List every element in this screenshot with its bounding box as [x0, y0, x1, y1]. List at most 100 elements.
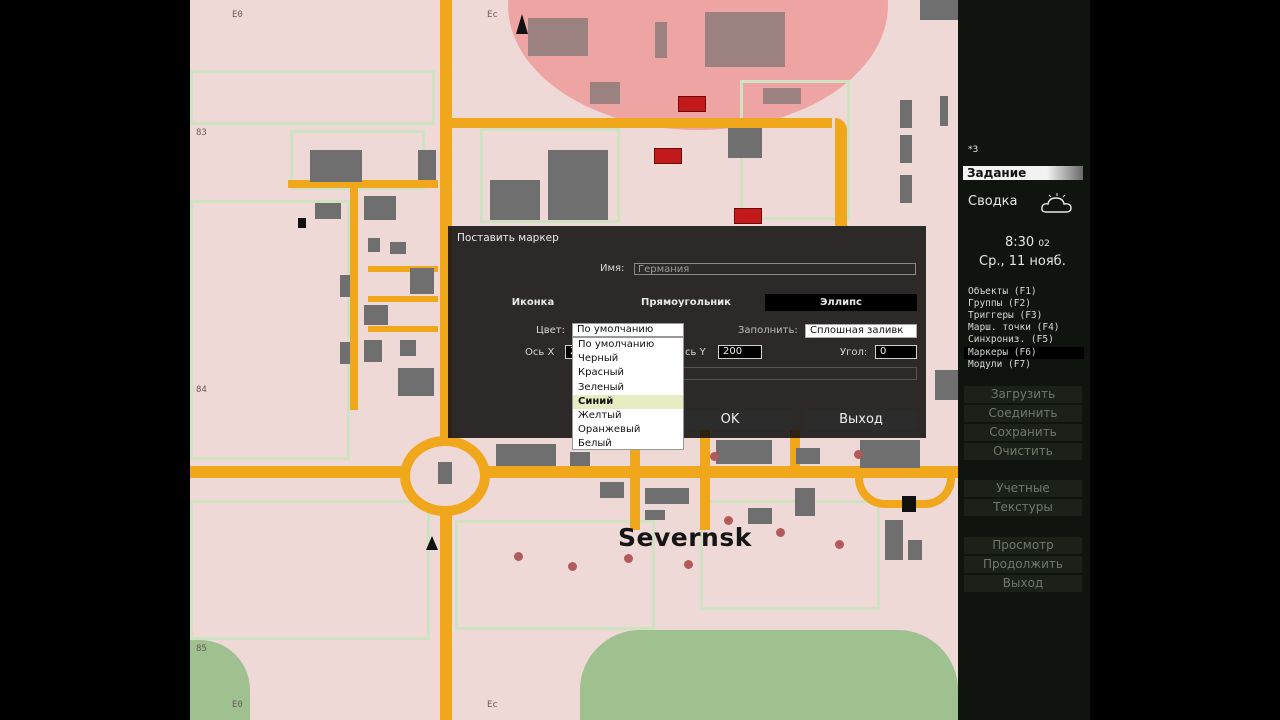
tree [514, 552, 523, 561]
editor-side-panel: *3 Задание Сводка 8:30 02 Ср., 11 нояб. … [958, 0, 1090, 720]
building [548, 150, 608, 220]
side-panel-button[interactable]: Сохранить [964, 424, 1082, 441]
building [400, 340, 416, 356]
fence [190, 70, 435, 125]
grid-label: E0 [232, 700, 243, 710]
briefing-label[interactable]: Сводка [968, 194, 1018, 209]
building [528, 18, 588, 56]
road [368, 296, 438, 302]
tower-icon [516, 14, 528, 34]
building [438, 462, 452, 484]
status-marker: *3 [968, 145, 979, 155]
forest-area [580, 630, 958, 720]
building [340, 342, 350, 364]
mode-menu-item[interactable]: Модули (F7) [968, 359, 1031, 371]
side-panel-button[interactable]: Соединить [964, 405, 1082, 422]
vehicle-marker [654, 148, 682, 164]
tree [776, 528, 785, 537]
grid-label: 84 [196, 385, 207, 395]
side-panel-button[interactable]: Очистить [964, 443, 1082, 460]
building [315, 203, 341, 219]
grid-label: Ec [487, 10, 498, 20]
time-value: 8:30 [1005, 235, 1035, 250]
side-panel-button[interactable]: Загрузить [964, 386, 1082, 403]
color-dropdown-list[interactable]: По умолчанию Черный Красный Зеленый Синий Жел… [572, 337, 684, 450]
mode-menu-item[interactable]: Объекты (F1) [968, 286, 1037, 298]
marker-text-input[interactable] [681, 367, 917, 380]
player-marker-icon[interactable] [426, 536, 438, 550]
shape-ellipse-option[interactable]: Эллипс [765, 294, 917, 311]
mode-menu-item[interactable]: Марш. точки (F4) [968, 322, 1060, 334]
mode-menu-item[interactable]: Синхрониз. (F5) [968, 334, 1054, 346]
building [935, 370, 958, 400]
place-marker-dialog: Поставить маркер Имя: Германия Иконка Пр… [448, 226, 926, 438]
name-label: Имя: [600, 263, 625, 274]
side-panel-button[interactable]: Просмотр [964, 537, 1082, 554]
building [705, 12, 785, 67]
cloud-icon[interactable] [1040, 192, 1074, 218]
angle-input[interactable]: 0 [875, 345, 917, 359]
building [490, 180, 540, 220]
grid-label: E0 [232, 10, 243, 20]
road [190, 466, 958, 478]
axis-y-label: сь Y [685, 347, 706, 358]
tree [710, 452, 719, 461]
mission-header: Задание [963, 166, 1083, 180]
building [900, 135, 912, 163]
ok-button[interactable]: OK [668, 410, 792, 430]
side-panel-button[interactable]: Выход [964, 575, 1082, 592]
fill-select[interactable]: Сплошная заливк [805, 324, 917, 338]
grid-label: Ec [487, 700, 498, 710]
tree [568, 562, 577, 571]
building [900, 100, 912, 128]
color-option[interactable]: Черный [573, 352, 683, 366]
building [590, 82, 620, 104]
building [908, 540, 922, 560]
building [860, 440, 920, 468]
fence [190, 500, 430, 640]
shape-rectangle-option[interactable]: Прямоугольник [636, 294, 736, 311]
building [940, 96, 948, 126]
editor-screen: E0 Ec 83 84 85 E0 Ec Severnsk *3 Задание… [0, 0, 1280, 720]
angle-label: Угол: [840, 347, 868, 358]
side-panel-button[interactable]: Текстуры [964, 499, 1082, 516]
color-option[interactable]: Желтый [573, 409, 683, 423]
marker-name-input[interactable]: Германия [634, 263, 916, 275]
building [716, 440, 772, 464]
tree [624, 554, 633, 563]
building [496, 444, 556, 466]
building [920, 0, 958, 20]
tree [684, 560, 693, 569]
color-option[interactable]: Зеленый [573, 381, 683, 395]
road [368, 326, 438, 332]
town-name: Severnsk [618, 523, 752, 552]
mission-date: Ср., 11 нояб. [979, 254, 1066, 269]
shape-icon-option[interactable]: Иконка [492, 294, 574, 311]
fence [190, 200, 350, 460]
building [418, 150, 436, 180]
color-option[interactable]: Синий [573, 394, 683, 409]
road [835, 118, 847, 228]
color-select[interactable]: По умолчанию [572, 323, 684, 337]
building [340, 275, 350, 297]
color-option[interactable]: Белый [573, 437, 683, 451]
building [645, 510, 665, 520]
time-seconds: 02 [1038, 239, 1050, 249]
color-option[interactable]: По умолчанию [573, 338, 683, 352]
mode-menu-item[interactable]: Группы (F2) [968, 298, 1031, 310]
side-panel-button[interactable]: Продолжить [964, 556, 1082, 573]
side-panel-button[interactable]: Учетные [964, 480, 1082, 497]
road [700, 430, 710, 530]
color-option[interactable]: Оранжевый [573, 423, 683, 437]
color-option[interactable]: Красный [573, 366, 683, 380]
mode-menu-item[interactable]: Триггеры (F3) [968, 310, 1042, 322]
axis-y-input[interactable]: 200 [718, 345, 762, 359]
building [902, 496, 916, 512]
exit-button[interactable]: Выход [806, 410, 916, 430]
grid-label: 83 [196, 128, 207, 138]
building [310, 150, 362, 182]
mission-time: 8:30 02 [1005, 235, 1050, 250]
fill-label: Заполнить: [738, 325, 798, 336]
building [795, 488, 815, 516]
mode-menu-item[interactable]: Маркеры (F6) [964, 346, 1084, 359]
